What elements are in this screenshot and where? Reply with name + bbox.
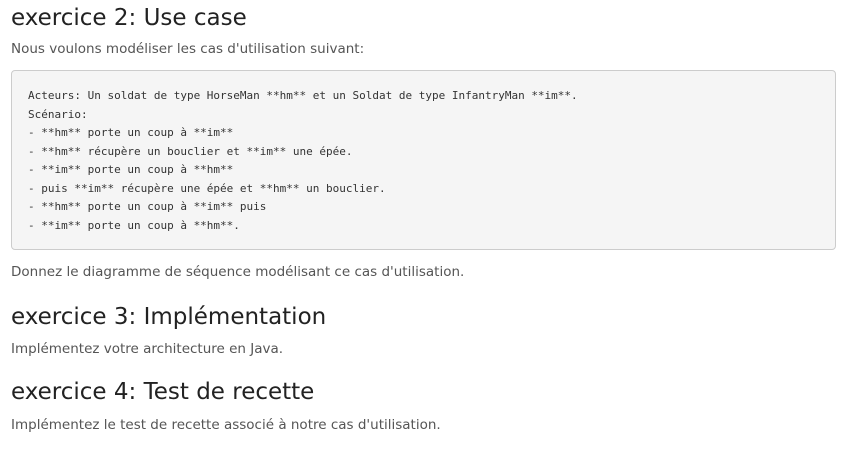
- use-case-code-block: Acteurs: Un soldat de type HorseMan **hm…: [11, 70, 836, 250]
- code-line: - puis **im** récupère une épée et **hm*…: [28, 181, 386, 195]
- exercise-2-heading: exercice 2: Use case: [11, 5, 247, 31]
- code-line: Scénario:: [28, 107, 88, 121]
- exercise-3-text: Implémentez votre architecture en Java.: [11, 341, 284, 357]
- code-line: - **hm** porte un coup à **im** puis: [28, 200, 267, 213]
- code-line: Acteurs: Un soldat de type HorseMan **hm…: [28, 89, 578, 102]
- exercise-2-intro: Nous voulons modéliser les cas d'utilisa…: [11, 41, 365, 57]
- exercise-4-text: Implémentez le test de recette associé à…: [11, 417, 441, 433]
- exercise-3-heading: exercice 3: Implémentation: [11, 304, 327, 330]
- code-line: - **hm** porte un coup à **im**: [28, 126, 234, 139]
- code-line: - **im** porte un coup à **hm**: [28, 163, 234, 176]
- exercise-4-heading: exercice 4: Test de recette: [11, 379, 315, 405]
- code-line: - **im** porte un coup à **hm**.: [28, 218, 240, 232]
- exercise-2-question: Donnez le diagramme de séquence modélisa…: [11, 264, 465, 280]
- code-line: - **hm** récupère un bouclier et **im** …: [28, 144, 353, 158]
